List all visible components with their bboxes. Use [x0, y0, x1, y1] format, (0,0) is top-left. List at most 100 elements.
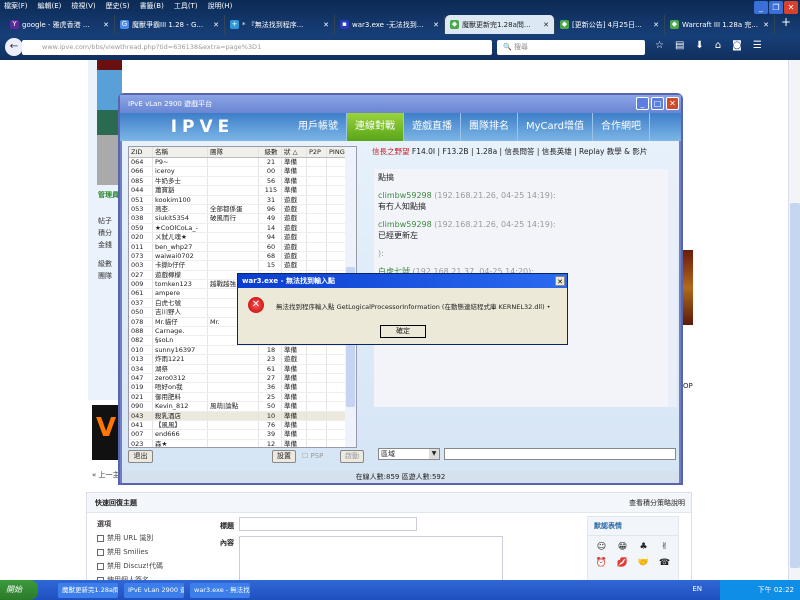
download-icon[interactable]: ⬇: [695, 40, 703, 51]
table-row[interactable]: 044 蕭寶豁 115 準備: [129, 186, 356, 196]
table-row[interactable]: 051 kookim100 31 遊戲: [129, 195, 356, 205]
page-scrollbar[interactable]: [788, 60, 800, 580]
subject-input[interactable]: [239, 517, 417, 531]
pocket-icon[interactable]: ◙: [732, 40, 742, 51]
tab-6[interactable]: ◆ Warcraft III 1.28a 完... ✕: [665, 15, 775, 34]
ad-banner-right[interactable]: [683, 250, 693, 325]
tab-close-icon[interactable]: ✕: [323, 21, 329, 29]
menu-bookmarks[interactable]: 書籤(B): [140, 1, 164, 11]
option-disable-discuz[interactable]: 禁用 Discuz!代碼: [97, 561, 163, 571]
column-header[interactable]: ZID: [129, 147, 153, 157]
nav-item[interactable]: 遊戲直播: [404, 113, 461, 141]
chat-input[interactable]: [444, 448, 676, 460]
tab-4[interactable]: ◆ 魔獸更新完1.28a問... ✕: [445, 15, 555, 34]
column-header[interactable]: 狀 △: [282, 147, 307, 157]
url-bar[interactable]: www.ipve.com/bbs/viewthread.php?tid=6361…: [22, 40, 492, 55]
taskbar-item[interactable]: IPvE vLan 2900 遊戲...: [124, 582, 184, 598]
search-input[interactable]: 🔍 搜尋: [497, 40, 645, 55]
emoticon-icon[interactable]: 😁: [615, 542, 630, 552]
option-disable-url[interactable]: 禁用 URL 識別: [97, 533, 153, 543]
option-disable-smilies[interactable]: 禁用 Smilies: [97, 547, 148, 557]
chat-scrollbar[interactable]: [668, 169, 677, 407]
table-row[interactable]: 007 end666 39 準備: [129, 430, 356, 440]
table-row[interactable]: 021 御用肥料 25 準備: [129, 392, 356, 403]
table-row[interactable]: 019 唔好on我 36 準備: [129, 383, 356, 393]
exit-button[interactable]: 退出: [128, 450, 153, 463]
table-row[interactable]: 066 iceroy 00 準備: [129, 167, 356, 177]
nav-item[interactable]: 用戶帳號: [290, 113, 347, 141]
tab-close-icon[interactable]: ✕: [213, 21, 219, 29]
minimize-button[interactable]: _: [754, 1, 768, 14]
column-header[interactable]: P2P: [307, 147, 327, 157]
menu-history[interactable]: 歷史(S): [106, 1, 130, 11]
table-row[interactable]: 047 zero0312 27 準備: [129, 373, 356, 384]
column-header[interactable]: 級數: [259, 147, 282, 157]
nav-item[interactable]: MyCard增值: [518, 113, 593, 141]
psp-checkbox[interactable]: ☐ PSP: [302, 452, 323, 460]
table-row[interactable]: 041 【風風】 76 準備: [129, 420, 356, 431]
table-row[interactable]: 085 牛奶多士 56 準備: [129, 176, 356, 187]
ok-button[interactable]: 確定: [380, 325, 426, 338]
table-row[interactable]: 043 殺乳酒店 10 準備: [129, 411, 356, 421]
launch-button[interactable]: 啟動: [340, 450, 364, 463]
settings-button[interactable]: 設置: [272, 450, 296, 463]
table-row[interactable]: 053 溅杢. 全部都係蛋 96 遊戲: [129, 204, 356, 215]
tab-2[interactable]: + * 『無法找到程序... ✕: [225, 15, 335, 34]
tab-close-icon[interactable]: ✕: [763, 21, 769, 29]
new-tab-button[interactable]: +: [781, 15, 791, 35]
nav-item[interactable]: 連線對戰: [347, 113, 404, 141]
taskbar-item[interactable]: war3.exe - 無法找到...: [190, 582, 250, 598]
tab-5[interactable]: ◆ [更新公告] 4月25日... ✕: [555, 15, 665, 34]
table-row[interactable]: 064 P9~ 21 準備: [129, 158, 356, 168]
taskbar-item[interactable]: 魔獸更新完1.28a問...: [58, 582, 118, 598]
chat-links[interactable]: 信長之野望 F14.0I | F13.2B | 1.28a | 信長問答 | 信…: [372, 147, 672, 157]
emoticon-icon[interactable]: 💋: [615, 558, 630, 568]
ipve-minimize-button[interactable]: _: [636, 97, 649, 110]
table-row[interactable]: 020 ㄨ弑ㄦ魂★ 94 遊戲: [129, 233, 356, 243]
emoticon-icon[interactable]: ☎: [657, 558, 672, 568]
menu-edit[interactable]: 編輯(E): [38, 1, 62, 11]
nav-item[interactable]: 合作網吧: [593, 113, 650, 141]
hamburger-menu-icon[interactable]: ☰: [753, 40, 762, 51]
nav-item[interactable]: 團隊排名: [461, 113, 518, 141]
bookmark-star-icon[interactable]: ☆: [655, 40, 664, 51]
menu-tools[interactable]: 工具(T): [174, 1, 198, 11]
maximize-button[interactable]: ❐: [769, 1, 783, 14]
top-link[interactable]: OP: [683, 382, 693, 390]
back-button[interactable]: ←: [5, 38, 23, 56]
tab-0[interactable]: Ygoogle - 雅虎香港 ... ✕: [5, 15, 115, 34]
language-indicator[interactable]: EN: [692, 585, 702, 593]
table-row[interactable]: 073 waiwai0702 68 遊戲: [129, 251, 356, 262]
column-header[interactable]: 團隊: [208, 147, 259, 157]
tab-3[interactable]: ▪ war3.exe -无法找到... ✕: [335, 15, 445, 34]
menu-view[interactable]: 檢視(V): [71, 1, 95, 11]
ipve-maximize-button[interactable]: □: [651, 97, 664, 110]
dialog-close-button[interactable]: ✕: [555, 276, 565, 286]
prev-thread-link[interactable]: « 上一主: [92, 470, 120, 480]
tab-1[interactable]: G 魔獸爭霸III 1.28 - G... ✕: [115, 15, 225, 34]
table-row[interactable]: 003 卡撕b仔仔 15 遊戲: [129, 261, 356, 271]
tab-close-icon[interactable]: ✕: [653, 21, 659, 29]
ipve-close-button[interactable]: ✕: [666, 97, 679, 110]
emoticon-icon[interactable]: ⏰: [594, 558, 609, 568]
tab-close-icon[interactable]: ✕: [103, 21, 109, 29]
emoticon-icon[interactable]: ☺: [594, 542, 609, 552]
column-header[interactable]: 名稱: [153, 147, 208, 157]
close-button[interactable]: ✕: [784, 1, 798, 14]
emoticon-icon[interactable]: 🤝: [636, 558, 651, 568]
menu-help[interactable]: 說明(H): [208, 1, 233, 11]
channel-select[interactable]: 區域 ▼: [378, 448, 440, 460]
tab-close-icon[interactable]: ✕: [543, 21, 549, 29]
home-icon[interactable]: ⌂: [715, 40, 721, 51]
table-row[interactable]: 013 炸雨1221 23 遊戲: [129, 355, 356, 365]
table-row[interactable]: 090 Kevin_812 風萌|論點 50 準備: [129, 402, 356, 412]
content-textarea[interactable]: [239, 536, 503, 586]
table-row[interactable]: 010 sunny16397 18 準備: [129, 345, 356, 356]
table-row[interactable]: 034 湖祭 61 準備: [129, 364, 356, 374]
start-button[interactable]: 開始: [0, 580, 38, 600]
tab-close-icon[interactable]: ✕: [433, 21, 439, 29]
table-row[interactable]: 038 siukit5354 破風而行 49 遊戲: [129, 214, 356, 224]
table-row[interactable]: 011 ben_whp27 60 遊戲: [129, 242, 356, 252]
table-row[interactable]: 059 ★CoOlCoLa_- 14 遊戲: [129, 223, 356, 234]
table-row[interactable]: 023 森★ 12 準備: [129, 439, 356, 447]
